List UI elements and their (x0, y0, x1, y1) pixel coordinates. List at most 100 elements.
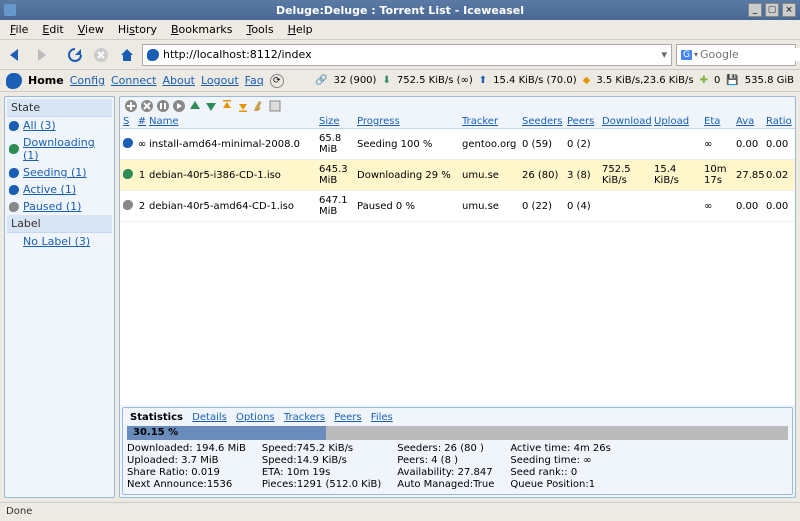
back-button[interactable] (4, 44, 26, 66)
col-tracker[interactable]: Tracker (461, 116, 521, 127)
detail-panel: Statistics Details Options Trackers Peer… (122, 407, 793, 495)
col-upload[interactable]: Upload (653, 116, 703, 127)
app-nav: Home Config Connect About Logout Faq ⟳ 🔗… (0, 70, 800, 92)
search-box[interactable]: G▾ 🔍 (676, 44, 796, 66)
menu-view[interactable]: View (72, 21, 110, 38)
col-num[interactable]: # (136, 116, 148, 127)
state-icon (9, 202, 19, 212)
cell-ava: 0.00 (735, 139, 765, 150)
sidebar-item[interactable]: Paused (1) (7, 198, 112, 215)
cell-ava: 0.00 (735, 201, 765, 212)
url-bar[interactable]: ▾ (142, 44, 672, 66)
status-text: Done (6, 506, 32, 517)
forward-button[interactable] (30, 44, 52, 66)
start-icon[interactable] (172, 99, 186, 113)
menubar: File Edit View History Bookmarks Tools H… (0, 20, 800, 40)
menu-help[interactable]: Help (282, 21, 319, 38)
nav-home[interactable]: Home (28, 74, 64, 87)
col-size[interactable]: Size (318, 116, 356, 127)
col-name[interactable]: Name (148, 116, 318, 127)
tab-statistics[interactable]: Statistics (130, 412, 183, 423)
torrent-row[interactable]: ∞install-amd64-minimal-2008.065.8 MiBSee… (120, 129, 795, 160)
col-eta[interactable]: Eta (703, 116, 735, 127)
sidebar-item[interactable]: Active (1) (7, 181, 112, 198)
browser-toolbar: ▾ G▾ 🔍 (0, 40, 800, 70)
tab-details[interactable]: Details (192, 412, 227, 423)
stop-button[interactable] (90, 44, 112, 66)
search-input[interactable] (700, 48, 800, 61)
dropdown-icon[interactable]: ▾ (661, 48, 667, 61)
home-button[interactable] (116, 44, 138, 66)
sidebar-item[interactable]: All (3) (7, 117, 112, 134)
stat-free-pre: 0 (714, 75, 720, 86)
stat-up: 15.4 KiB/s (70.0) (493, 75, 576, 86)
status-bar: Done (0, 502, 800, 520)
detail-tabs: Statistics Details Options Trackers Peer… (127, 412, 788, 423)
cell-peers: 0 (4) (566, 201, 601, 212)
menu-edit[interactable]: Edit (36, 21, 69, 38)
torrent-row[interactable]: 2debian-40r5-amd64-CD-1.iso647.1 MiBPaus… (120, 191, 795, 222)
deluge-logo-icon (6, 73, 22, 89)
nav-connect[interactable]: Connect (111, 74, 156, 87)
state-icon (9, 168, 19, 178)
cell-num: ∞ (136, 139, 148, 150)
pause-icon[interactable] (156, 99, 170, 113)
preferences-icon[interactable] (268, 99, 282, 113)
col-state[interactable]: S (122, 116, 136, 127)
menu-tools[interactable]: Tools (240, 21, 279, 38)
sidebar-item[interactable]: Seeding (1) (7, 164, 112, 181)
sidebar-item-label: Paused (1) (23, 200, 81, 213)
tab-options[interactable]: Options (236, 412, 275, 423)
queue-down-icon[interactable] (204, 99, 218, 113)
tab-files[interactable]: Files (371, 412, 393, 423)
edit-icon[interactable] (252, 99, 266, 113)
disk-icon: 💾 (726, 75, 738, 86)
val-peers: 4 (8 ) (431, 455, 458, 466)
col-ratio[interactable]: Ratio (765, 116, 793, 127)
nav-faq[interactable]: Faq (245, 74, 264, 87)
col-ava[interactable]: Ava (735, 116, 765, 127)
nav-logout[interactable]: Logout (201, 74, 239, 87)
minimize-button[interactable]: _ (748, 3, 762, 17)
queue-up-icon[interactable] (188, 99, 202, 113)
dht-icon: ◆ (583, 75, 591, 86)
remove-icon[interactable] (140, 99, 154, 113)
menu-bookmarks[interactable]: Bookmarks (165, 21, 238, 38)
val-avail: 27.847 (458, 467, 493, 478)
sidebar-item[interactable]: Downloading (1) (7, 134, 112, 164)
close-button[interactable]: × (782, 3, 796, 17)
tab-trackers[interactable]: Trackers (284, 412, 325, 423)
sidebar-label-item[interactable]: No Label (3) (7, 233, 112, 250)
url-input[interactable] (163, 48, 657, 61)
col-peers[interactable]: Peers (566, 116, 601, 127)
sidebar: State All (3)Downloading (1)Seeding (1)A… (4, 96, 115, 498)
lbl-queue: Queue Position: (510, 479, 588, 490)
col-download[interactable]: Download (601, 116, 653, 127)
val-seeders: 26 (80 ) (444, 443, 484, 454)
sidebar-item-label: Downloading (1) (23, 136, 108, 162)
nav-config[interactable]: Config (70, 74, 105, 87)
cell-seeders: 0 (59) (521, 139, 566, 150)
reload-button[interactable] (64, 44, 86, 66)
col-seeders[interactable]: Seeders (521, 116, 566, 127)
cell-seeders: 26 (80) (521, 170, 566, 181)
add-icon[interactable] (124, 99, 138, 113)
cell-upload: 15.4 KiB/s (653, 164, 703, 186)
cell-tracker: umu.se (461, 201, 521, 212)
val-speed-u: 14.9 KiB/s (297, 455, 347, 466)
torrent-row[interactable]: 1debian-40r5-i386-CD-1.iso645.3 MiBDownl… (120, 160, 795, 191)
menu-history[interactable]: History (112, 21, 163, 38)
download-icon: ⬇ (382, 75, 390, 86)
refresh-icon[interactable]: ⟳ (270, 74, 284, 88)
val-seeding: ∞ (583, 455, 591, 466)
window-titlebar: Deluge:Deluge : Torrent List - Iceweasel… (0, 0, 800, 20)
col-progress[interactable]: Progress (356, 116, 461, 127)
tab-peers[interactable]: Peers (334, 412, 361, 423)
maximize-button[interactable]: ▢ (765, 3, 779, 17)
queue-bottom-icon[interactable] (236, 99, 250, 113)
cell-num: 2 (136, 201, 148, 212)
menu-file[interactable]: File (4, 21, 34, 38)
queue-top-icon[interactable] (220, 99, 234, 113)
nav-about[interactable]: About (162, 74, 195, 87)
favicon-icon (147, 49, 159, 61)
